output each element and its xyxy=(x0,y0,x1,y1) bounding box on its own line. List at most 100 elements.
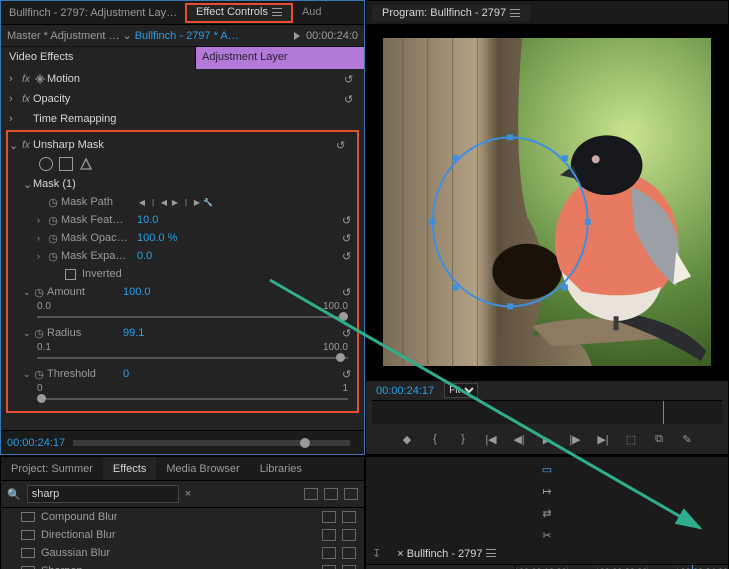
mark-in-icon[interactable]: { xyxy=(426,430,444,448)
mask-1[interactable]: ⌄ Mask (1) xyxy=(9,175,356,193)
twirl-open-icon[interactable]: ⌄ xyxy=(9,139,19,152)
tab-effects[interactable]: Effects xyxy=(103,457,156,480)
step-fwd-icon[interactable]: |▶ xyxy=(566,430,584,448)
effects-search-input[interactable] xyxy=(27,485,179,503)
effect-unsharp-mask[interactable]: ⌄ fx Unsharp Mask ↺ xyxy=(9,135,356,155)
selection-tool-icon[interactable]: ▭ xyxy=(539,461,555,477)
mask-inverted-row[interactable]: Inverted xyxy=(9,265,122,283)
fx-badge[interactable]: fx xyxy=(19,140,33,151)
prop-value[interactable]: 0.0 xyxy=(137,250,187,262)
radius-slider[interactable] xyxy=(37,353,348,363)
prev-key-icon[interactable]: ◀ xyxy=(137,197,147,207)
step-back-icon[interactable]: ◀| xyxy=(510,430,528,448)
panel-menu-icon[interactable] xyxy=(272,8,282,16)
reset-icon[interactable]: ↺ xyxy=(336,139,352,152)
prop-value[interactable]: 0 xyxy=(123,368,173,380)
reset-icon[interactable]: ↺ xyxy=(342,214,356,227)
panel-menu-icon[interactable] xyxy=(486,549,496,557)
tab-project[interactable]: Project: Summer xyxy=(1,457,103,480)
reset-icon[interactable]: ↺ xyxy=(342,250,356,263)
stopwatch-icon[interactable]: ◷ xyxy=(47,196,59,208)
next-key-icon[interactable]: ▶ xyxy=(170,197,180,207)
reset-icon[interactable]: ↺ xyxy=(342,327,356,340)
tab-media-browser[interactable]: Media Browser xyxy=(156,457,249,480)
effect-item[interactable]: Sharpen xyxy=(1,562,364,569)
timeline-playhead[interactable] xyxy=(692,565,693,569)
yuv-fx-icon[interactable] xyxy=(344,488,358,500)
twirl-open-icon[interactable]: ⌄ xyxy=(23,287,31,298)
program-playhead[interactable] xyxy=(663,401,664,424)
reset-icon[interactable]: ↺ xyxy=(342,286,356,299)
mark-out-icon[interactable]: } xyxy=(454,430,472,448)
effect-motion[interactable]: › fx Motion ↺ xyxy=(1,69,364,89)
source-tab[interactable]: Bullfinch - 2797: Adjustment Layer: 00:0… xyxy=(1,7,186,19)
prop-value[interactable]: 100.0 % xyxy=(137,232,187,244)
ec-mini-scrubber[interactable] xyxy=(73,440,350,446)
reset-icon[interactable]: ↺ xyxy=(342,232,356,245)
ripple-tool-icon[interactable]: ⇄ xyxy=(539,505,555,521)
prop-value[interactable]: 100.0 xyxy=(123,286,173,298)
checkbox-icon[interactable] xyxy=(65,269,76,280)
twirl-open-icon[interactable]: ⌄ xyxy=(23,369,31,380)
go-to-out-icon[interactable]: ▶| xyxy=(594,430,612,448)
effect-time-remapping[interactable]: › fx Time Remapping xyxy=(1,109,364,129)
twirl-icon[interactable]: › xyxy=(9,113,19,125)
32bit-fx-icon[interactable] xyxy=(324,488,338,500)
effect-item[interactable]: Gaussian Blur xyxy=(1,544,364,562)
fx-badge[interactable]: fx xyxy=(19,94,33,105)
play-icon[interactable] xyxy=(294,32,300,40)
razor-tool-icon[interactable]: ✂ xyxy=(539,527,555,543)
mini-timeline-clip[interactable]: Adjustment Layer xyxy=(196,47,364,69)
clear-search-icon[interactable]: × xyxy=(185,488,191,500)
chevron-down-icon[interactable]: ⌄ xyxy=(120,29,135,42)
effect-controls-tab[interactable]: Effect Controls xyxy=(186,4,292,22)
twirl-icon[interactable]: › xyxy=(9,93,19,105)
twirl-icon[interactable]: › xyxy=(9,73,19,85)
ellipse-mask-icon[interactable] xyxy=(39,157,53,171)
timeline-ruler-area[interactable]: 00:00:16:0000:00:20:0000:00:24:00 xyxy=(516,565,728,569)
twirl-open-icon[interactable]: ⌄ xyxy=(23,328,31,339)
video-effects-heading[interactable]: Video Effects xyxy=(1,47,196,69)
extract-icon[interactable]: ⧉ xyxy=(650,430,668,448)
stopwatch-icon[interactable]: ◷ xyxy=(33,327,45,339)
effect-item[interactable]: Directional Blur xyxy=(1,526,364,544)
stopwatch-icon[interactable]: ◷ xyxy=(47,214,59,226)
lift-icon[interactable]: ⬚ xyxy=(622,430,640,448)
sequence-clip-link[interactable]: Bullfinch - 2797 * A… xyxy=(135,30,288,42)
stopwatch-icon[interactable]: ◷ xyxy=(33,286,45,298)
zoom-fit-select[interactable]: Fit xyxy=(444,383,478,398)
audio-tab-trunc[interactable]: Aud xyxy=(292,4,332,22)
ec-current-time[interactable]: 00:00:24:17 xyxy=(7,437,65,449)
stopwatch-icon[interactable]: ◷ xyxy=(47,232,59,244)
reset-icon[interactable]: ↺ xyxy=(344,93,360,106)
twirl-open-icon[interactable]: ⌄ xyxy=(23,178,33,191)
wrench-icon[interactable]: 🔧 xyxy=(203,197,213,207)
track-select-tool-icon[interactable]: ↦ xyxy=(539,483,555,499)
reset-icon[interactable]: ↺ xyxy=(342,368,356,381)
next-key-icon[interactable]: ▶ xyxy=(192,197,202,207)
effect-item[interactable]: Compound Blur xyxy=(1,508,364,526)
prev-key-icon[interactable]: ◀ xyxy=(159,197,169,207)
panel-menu-icon[interactable] xyxy=(510,9,520,17)
fx-badge[interactable]: fx xyxy=(19,74,33,85)
tab-libraries[interactable]: Libraries xyxy=(250,457,312,480)
twirl-icon[interactable]: › xyxy=(37,233,45,243)
pen-mask-icon[interactable] xyxy=(79,157,93,171)
program-canvas[interactable] xyxy=(366,25,728,381)
snap-icon[interactable]: ↧ xyxy=(372,547,387,560)
effect-opacity[interactable]: › fx Opacity ↺ xyxy=(1,89,364,109)
twirl-icon[interactable]: › xyxy=(37,251,45,261)
prop-value[interactable]: 99.1 xyxy=(123,327,173,339)
master-clip-label[interactable]: Master * Adjustment … xyxy=(7,30,120,42)
twirl-icon[interactable]: › xyxy=(37,215,45,225)
amount-slider[interactable] xyxy=(37,312,348,322)
stopwatch-icon[interactable]: ◷ xyxy=(33,368,45,380)
play-icon[interactable]: ▶ xyxy=(538,430,556,448)
program-timecode[interactable]: 00:00:24:17 xyxy=(376,385,434,397)
prop-value[interactable]: 10.0 xyxy=(137,214,187,226)
sequence-tab[interactable]: × Bullfinch - 2797 xyxy=(387,548,505,560)
scrub-thumb[interactable] xyxy=(300,438,310,448)
program-ruler[interactable] xyxy=(372,400,722,424)
stopwatch-icon[interactable]: ◷ xyxy=(47,250,59,262)
add-marker-icon[interactable]: ◆ xyxy=(398,430,416,448)
